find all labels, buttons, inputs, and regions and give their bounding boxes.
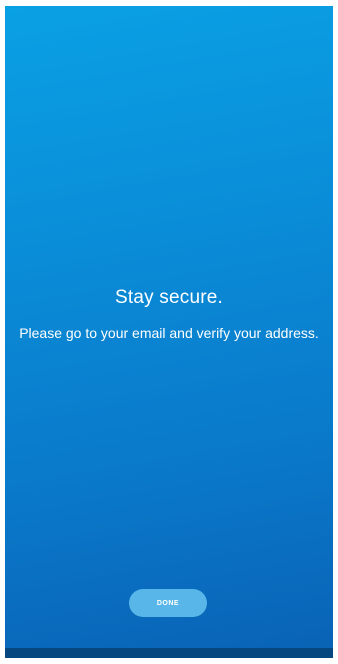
screen-title: Stay secure. bbox=[114, 287, 223, 308]
device-frame: Stay secure. Please go to your email and… bbox=[0, 0, 338, 664]
verification-screen: Stay secure. Please go to your email and… bbox=[5, 6, 333, 658]
verify-email-message: Please go to your email and verify your … bbox=[19, 325, 319, 341]
done-button[interactable]: DONE bbox=[129, 589, 207, 617]
navigation-bar bbox=[5, 648, 333, 658]
message-block: Stay secure. Please go to your email and… bbox=[5, 286, 333, 343]
